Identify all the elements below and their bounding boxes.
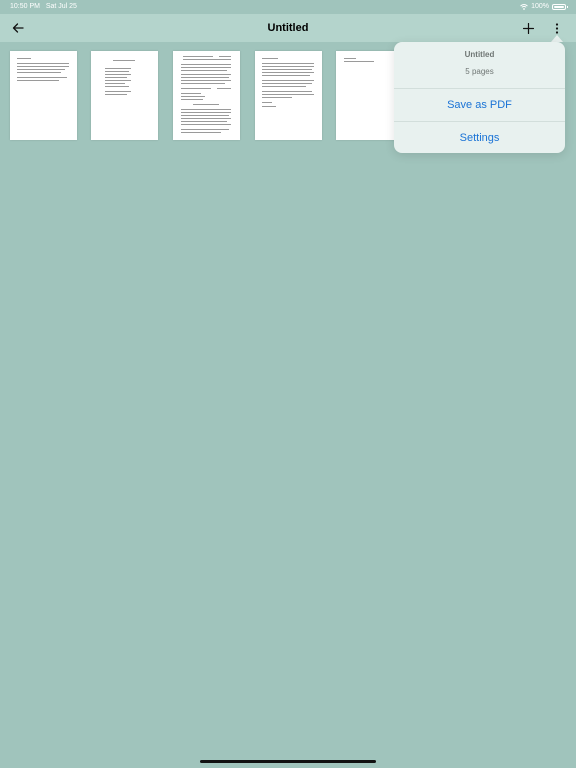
back-button[interactable] xyxy=(8,17,28,39)
page-thumbnail-5[interactable] xyxy=(336,51,403,140)
page-thumbnail-3[interactable] xyxy=(173,51,240,140)
page-count: 5 pages xyxy=(465,67,494,76)
page-title: Untitled xyxy=(267,22,309,34)
popover-title: Untitled xyxy=(464,50,495,59)
more-vertical-icon xyxy=(555,22,559,34)
battery-icon xyxy=(552,3,568,10)
page-thumbnail-4[interactable] xyxy=(255,51,322,140)
popover-header: Untitled 5 pages xyxy=(394,42,565,89)
battery-percent: 100% xyxy=(531,3,549,10)
wifi-icon xyxy=(520,3,528,10)
add-page-button[interactable] xyxy=(518,17,538,39)
options-popover: Untitled 5 pages Save as PDF Settings xyxy=(394,42,565,153)
page-thumbnail-2[interactable] xyxy=(91,51,158,140)
settings-button[interactable]: Settings xyxy=(394,121,565,153)
nav-bar: Untitled xyxy=(0,14,576,42)
status-right: 100% xyxy=(520,3,568,10)
arrow-left-icon xyxy=(12,23,24,33)
plus-icon xyxy=(522,22,534,34)
status-bar: 10:50 PM Sat Jul 25 100% xyxy=(0,0,576,14)
page-thumbnail-1[interactable] xyxy=(10,51,77,140)
status-date: Sat Jul 25 xyxy=(45,3,77,10)
popover-arrow xyxy=(551,35,563,42)
status-time: 10:50 PM Sat Jul 25 xyxy=(10,3,77,10)
home-indicator xyxy=(200,760,376,763)
save-as-pdf-button[interactable]: Save as PDF xyxy=(394,89,565,121)
